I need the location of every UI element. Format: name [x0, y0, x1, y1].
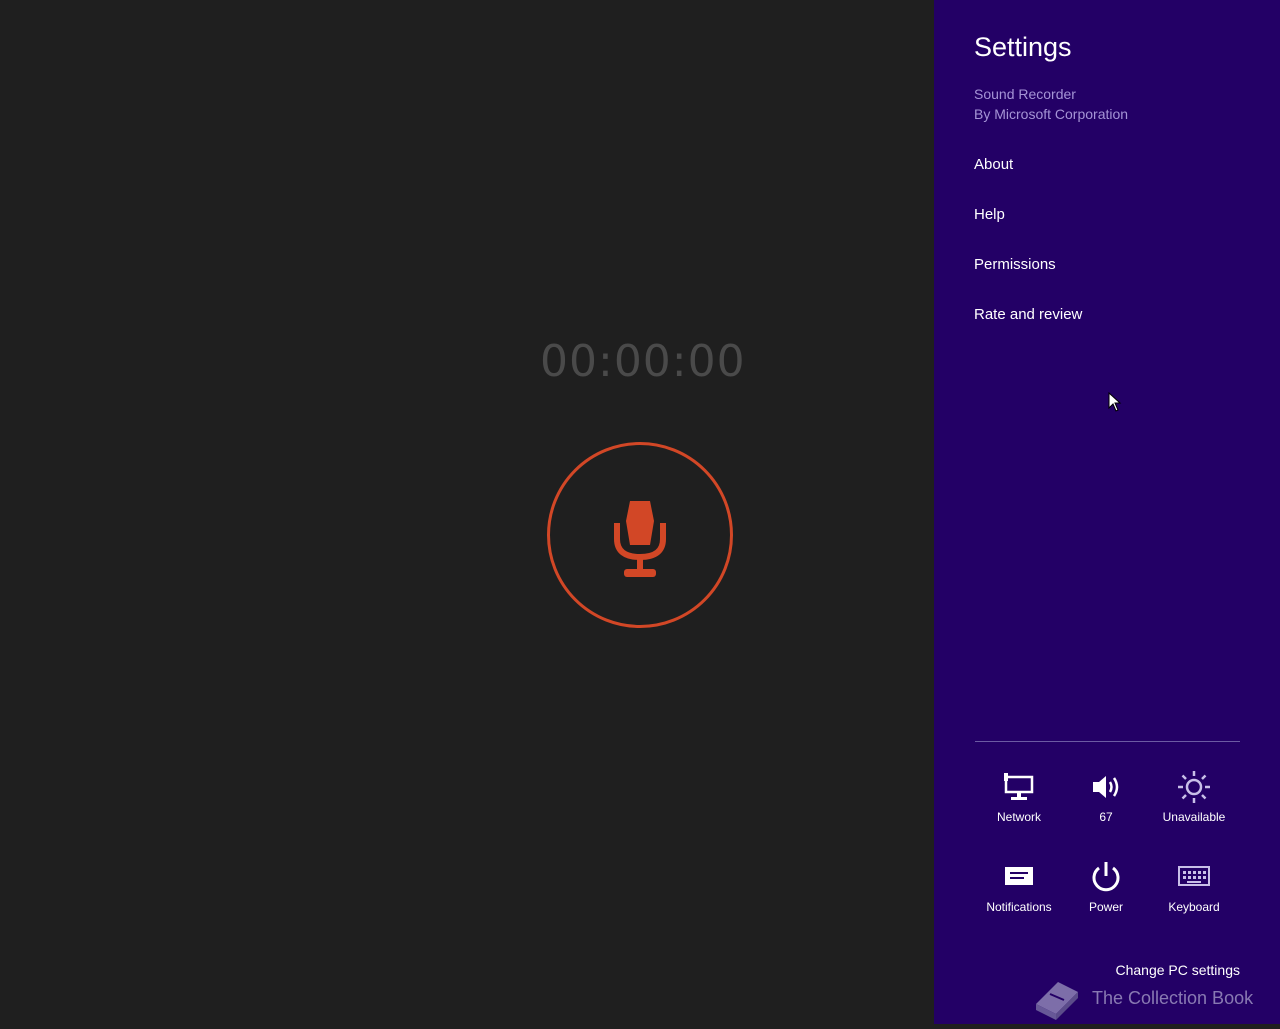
- power-tile[interactable]: Power: [1062, 860, 1150, 914]
- microphone-icon: [614, 501, 666, 577]
- notifications-tile[interactable]: Notifications: [975, 860, 1063, 914]
- volume-label: 67: [1099, 810, 1113, 824]
- watermark-text: The Collection Book: [1092, 988, 1254, 1008]
- volume-icon: [1062, 770, 1150, 804]
- settings-title: Settings: [974, 32, 1072, 62]
- brightness-icon: [1150, 770, 1238, 804]
- record-button[interactable]: [547, 442, 733, 628]
- network-tile[interactable]: Network: [975, 770, 1063, 824]
- volume-tile[interactable]: 67: [1062, 770, 1150, 824]
- keyboard-icon: [1150, 860, 1238, 894]
- recording-timer: 00:00:00: [540, 336, 746, 387]
- book-icon: [1036, 982, 1078, 1020]
- menu-item-permissions[interactable]: Permissions: [974, 256, 1056, 273]
- network-icon: [975, 770, 1063, 804]
- menu-item-rate-and-review[interactable]: Rate and review: [974, 306, 1082, 323]
- menu-item-about[interactable]: About: [974, 156, 1013, 173]
- settings-charm-pane: Settings Sound Recorder By Microsoft Cor…: [934, 0, 1280, 1024]
- sound-recorder-app: 00:00:00: [0, 0, 934, 1024]
- menu-item-help[interactable]: Help: [974, 206, 1005, 223]
- mouse-pointer-icon: [1108, 391, 1122, 417]
- power-icon: [1062, 860, 1150, 894]
- app-publisher: By Microsoft Corporation: [974, 106, 1129, 122]
- brightness-label: Unavailable: [1162, 810, 1226, 824]
- app-name: Sound Recorder: [974, 86, 1076, 102]
- keyboard-label: Keyboard: [1168, 900, 1220, 914]
- watermark: The Collection Book: [1030, 974, 1280, 1024]
- notifications-icon: [975, 860, 1063, 894]
- network-label: Network: [996, 810, 1041, 824]
- keyboard-tile[interactable]: Keyboard: [1150, 860, 1238, 914]
- power-label: Power: [1088, 900, 1123, 914]
- divider: [975, 741, 1240, 742]
- notifications-label: Notifications: [986, 900, 1052, 914]
- brightness-tile[interactable]: Unavailable: [1150, 770, 1238, 824]
